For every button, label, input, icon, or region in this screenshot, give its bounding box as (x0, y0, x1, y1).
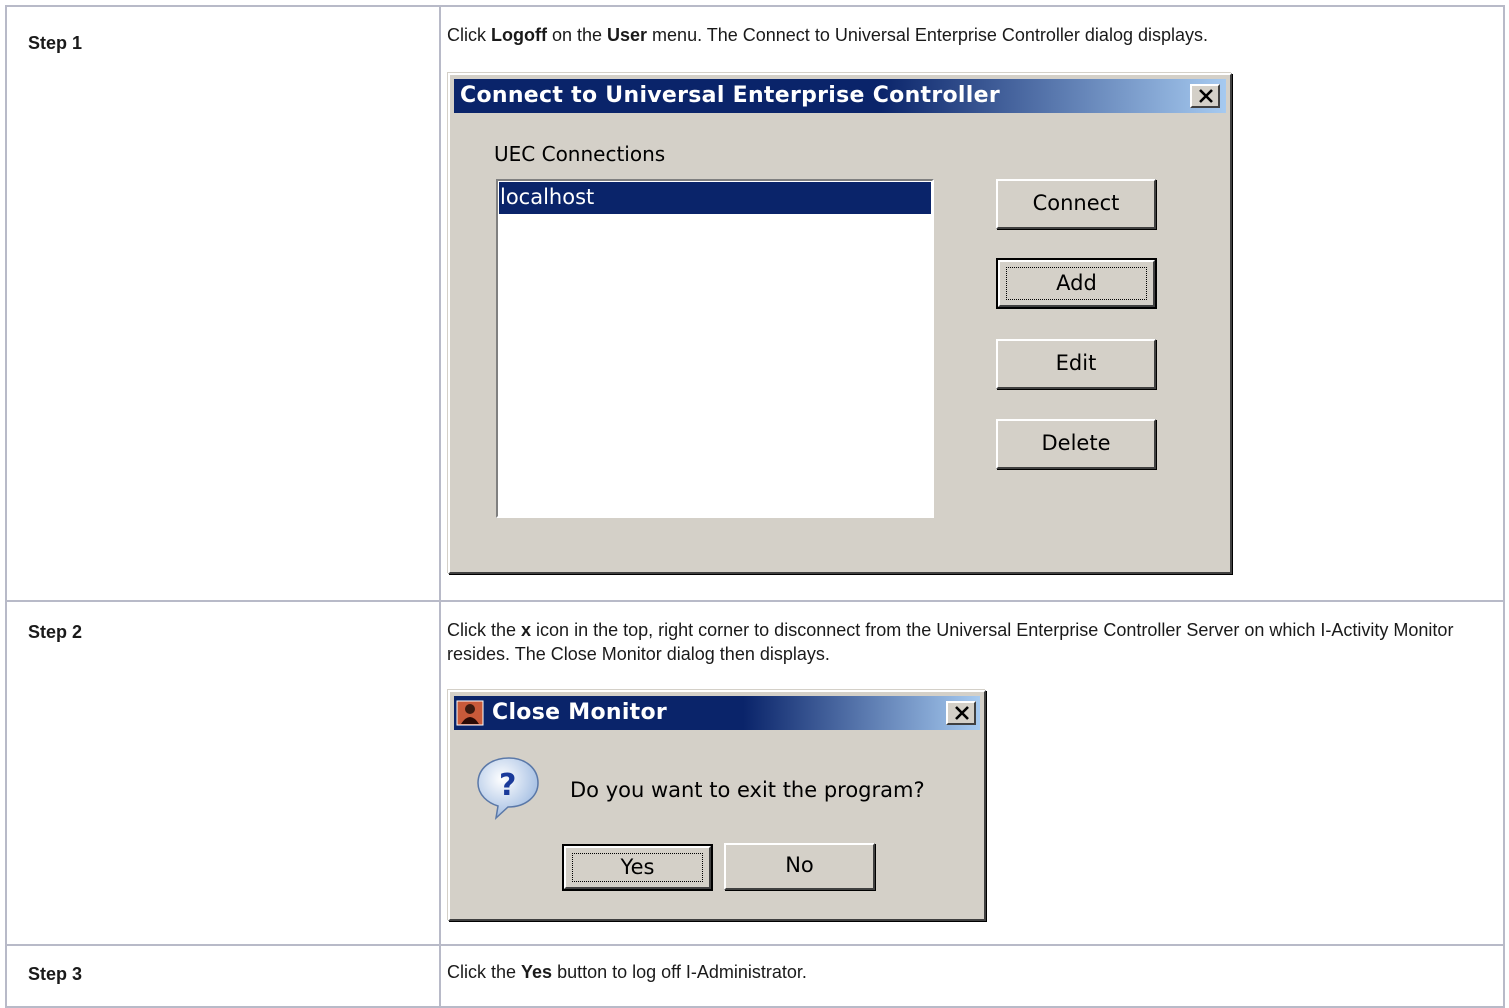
add-button[interactable]: Add (996, 258, 1157, 309)
list-item-label: localhost (500, 185, 595, 209)
uec-connections-label: UEC Connections (494, 142, 666, 166)
connections-list[interactable]: localhost (496, 179, 934, 518)
step-row: Step 2 Click the x icon in the top, righ… (5, 600, 1505, 946)
dialog-title: Connect to Universal Enterprise Controll… (460, 83, 1000, 108)
step-content-cell: Click Logoff on the User menu. The Conne… (439, 5, 1505, 602)
connect-button-label: Connect (1032, 191, 1120, 215)
step-row: Step 1 Click Logoff on the User menu. Th… (5, 5, 1505, 602)
description-text: menu. The Connect to Universal Enterpris… (647, 25, 1208, 45)
step-description: Click Logoff on the User menu. The Conne… (441, 7, 1503, 47)
step-label: Step 3 (28, 964, 83, 984)
step-label-cell: Step 3 (5, 944, 441, 1008)
question-icon: ? (477, 757, 539, 820)
yes-button[interactable]: Yes (562, 844, 713, 891)
description-text: Click the (447, 620, 522, 640)
emphasis-text: User (607, 25, 648, 45)
step-label-cell: Step 2 (5, 600, 441, 946)
close-icon (1199, 89, 1213, 103)
step-label: Step 1 (28, 33, 83, 53)
svg-text:?: ? (499, 768, 516, 803)
description-text: icon in the top, right corner to disconn… (447, 620, 1454, 664)
step-content-cell: Click the x icon in the top, right corne… (439, 600, 1505, 946)
emphasis-text: x (521, 620, 532, 640)
yes-button-label: Yes (620, 855, 655, 879)
connect-dialog: Connect to Universal Enterprise Controll… (448, 73, 1232, 574)
steps-table: Step 1 Click Logoff on the User menu. Th… (5, 5, 1505, 1008)
edit-button[interactable]: Edit (996, 339, 1156, 389)
close-button[interactable] (946, 701, 976, 725)
edit-button-label: Edit (1055, 351, 1097, 375)
delete-button-label: Delete (1041, 431, 1111, 455)
delete-button[interactable]: Delete (996, 419, 1156, 469)
no-button[interactable]: No (724, 843, 875, 890)
list-item-localhost[interactable]: localhost (499, 182, 931, 214)
step-content-cell: Click the Yes button to log off I-Admini… (439, 944, 1505, 1008)
description-text: Click the (447, 962, 522, 982)
close-button[interactable] (1190, 84, 1220, 108)
description-text: Click (447, 25, 491, 45)
step-row: Step 3 Click the Yes button to log off I… (5, 944, 1505, 1008)
dialog-message: Do you want to exit the program? (570, 778, 925, 802)
emphasis-text: Logoff (491, 25, 547, 45)
app-icon (456, 700, 484, 726)
no-button-label: No (785, 853, 814, 877)
add-button-label: Add (1056, 271, 1097, 295)
step-label-cell: Step 1 (5, 5, 441, 602)
dialog-title: Close Monitor (492, 700, 668, 725)
close-monitor-dialog: Close Monitor ? Do you want to exit the … (448, 690, 986, 921)
emphasis-text: Yes (521, 962, 553, 982)
dialog-titlebar[interactable]: Connect to Universal Enterprise Controll… (454, 79, 1226, 113)
step-description: Click the x icon in the top, right corne… (441, 602, 1503, 666)
description-text: button to log off I-Administrator. (552, 962, 807, 982)
dialog-titlebar[interactable]: Close Monitor (454, 696, 980, 730)
step-description: Click the Yes button to log off I-Admini… (441, 946, 1503, 984)
description-text: on the (546, 25, 608, 45)
step-label: Step 2 (28, 622, 83, 642)
close-icon (955, 706, 969, 720)
connect-button[interactable]: Connect (996, 179, 1156, 229)
